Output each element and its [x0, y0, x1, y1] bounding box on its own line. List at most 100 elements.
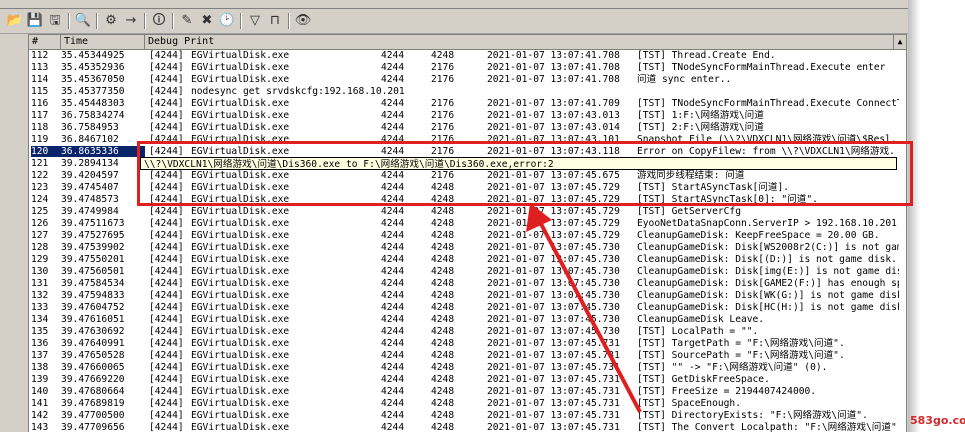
cell-thread-id: 4248	[431, 218, 455, 229]
table-row[interactable]: 119 36.8467102 [4244] EGVirtualDisk.exe 4244…	[29, 134, 906, 145]
cell-process: EGVirtualDisk.exe	[191, 98, 290, 109]
table-row[interactable]: 125 39.4749984 [4244] EGVirtualDisk.exe 4244…	[29, 206, 906, 217]
autoscroll-icon[interactable]: ⊓	[266, 12, 284, 30]
cell-thread-id: 4248	[431, 398, 455, 409]
toolbar-separator	[96, 13, 98, 29]
table-row[interactable]: 112 35.45344925 [4244] EGVirtualDisk.exe 424…	[29, 50, 906, 61]
clear-icon[interactable]: ✖	[198, 12, 216, 30]
table-row[interactable]: 134 39.47616051 [4244] EGVirtualDisk.exe 424…	[29, 314, 906, 325]
cell-process-id: 4244	[381, 350, 405, 361]
table-row[interactable]: 130 39.47560501 [4244] EGVirtualDisk.exe 424…	[29, 266, 906, 277]
cell-process: EGVirtualDisk.exe	[191, 350, 290, 361]
table-row[interactable]: 142 39.47700500 [4244] EGVirtualDisk.exe 424…	[29, 410, 906, 421]
table-row[interactable]: 113 35.45352936 [4244] EGVirtualDisk.exe 424…	[29, 62, 906, 73]
cell-time: 39.47550201	[61, 254, 125, 265]
table-row[interactable]: 138 39.47660065 [4244] EGVirtualDisk.exe 424…	[29, 362, 906, 373]
col-header-num[interactable]: #	[29, 35, 61, 49]
filter-icon[interactable]: ⚙	[102, 12, 120, 30]
highlight-icon[interactable]: ▽	[246, 12, 264, 30]
table-row[interactable]: 133 39.47604752 [4244] EGVirtualDisk.exe 424…	[29, 302, 906, 313]
cell-message: [TST] TNodeSyncFormMainThread.Execute en…	[637, 62, 886, 73]
save-as-icon[interactable]: 🖫	[46, 12, 64, 30]
table-row[interactable]: 124 39.4748573 [4244] EGVirtualDisk.exe 4244…	[29, 194, 906, 205]
edit-icon[interactable]: ✎	[178, 12, 196, 30]
cell-process-id: 4244	[381, 206, 405, 217]
cell-message: [TST] SourcePath = "F:\网络游戏\问道".	[637, 350, 845, 361]
scroll-up-arrow-icon[interactable]: ▲	[893, 35, 906, 49]
cell-process-id: 4244	[381, 398, 405, 409]
table-row[interactable]: 132 39.47594833 [4244] EGVirtualDisk.exe 424…	[29, 290, 906, 301]
cell-time: 39.47594833	[61, 290, 125, 301]
cell-pid: [4244]	[149, 302, 184, 313]
cell-time: 39.47630692	[61, 326, 125, 337]
table-row[interactable]: 128 39.47539902 [4244] EGVirtualDisk.exe 424…	[29, 242, 906, 253]
cell-thread-id: 4248	[431, 422, 455, 432]
table-row[interactable]: 131 39.47584534 [4244] EGVirtualDisk.exe 424…	[29, 278, 906, 289]
table-row[interactable]: 141 39.47689819 [4244] EGVirtualDisk.exe 424…	[29, 398, 906, 409]
cell-process-id: 4244	[381, 410, 405, 421]
cell-num: 141	[31, 398, 49, 409]
col-header-debug-print[interactable]: Debug Print	[145, 35, 894, 49]
table-row[interactable]: 123 39.4745407 [4244] EGVirtualDisk.exe 4244…	[29, 182, 906, 193]
table-row[interactable]: 129 39.47550201 [4244] EGVirtualDisk.exe 424…	[29, 254, 906, 265]
table-row[interactable]: 117 36.75834274 [4244] EGVirtualDisk.exe 424…	[29, 110, 906, 121]
open-icon[interactable]: 📂	[6, 12, 24, 30]
cell-pid: [4244]	[149, 218, 184, 229]
table-row[interactable]: 122 39.4204597 [4244] EGVirtualDisk.exe 4244…	[29, 170, 906, 181]
table-row[interactable]: 143 39.47709656 [4244] EGVirtualDisk.exe 424…	[29, 422, 906, 432]
find-icon[interactable]: 🔍	[74, 12, 92, 30]
table-row[interactable]: 118 36.7584953 [4244] EGVirtualDisk.exe 4244…	[29, 122, 906, 133]
cell-time: 39.4745407	[61, 182, 119, 193]
cell-process: nodesync get srvdskcfg:192.168.10.201	[191, 86, 405, 97]
table-row[interactable]: 136 39.47640991 [4244] EGVirtualDisk.exe 424…	[29, 338, 906, 349]
cell-timestamp: 2021-01-07 13:07:45.731	[487, 374, 620, 385]
cell-num: 132	[31, 290, 49, 301]
cell-pid: [4244]	[149, 374, 184, 385]
cell-process: EGVirtualDisk.exe	[191, 182, 290, 193]
cell-message: Error on CopyFilew: from \\?\VDXCLN1\网络游…	[637, 146, 895, 157]
cell-process-id: 4244	[381, 62, 405, 73]
menu-strip	[0, 0, 908, 9]
cell-process: EGVirtualDisk.exe	[191, 326, 290, 337]
cell-pid: [4244]	[149, 230, 184, 241]
toolbar-separator	[144, 13, 146, 29]
save-icon[interactable]: 💾	[26, 12, 44, 30]
table-row[interactable]: 139 39.47669220 [4244] EGVirtualDisk.exe 424…	[29, 374, 906, 385]
table-row[interactable]: 126 39.47511673 [4244] EGVirtualDisk.exe 424…	[29, 218, 906, 229]
cell-pid: [4244]	[149, 314, 184, 325]
table-row[interactable]: 140 39.47680664 [4244] EGVirtualDisk.exe 424…	[29, 386, 906, 397]
cell-timestamp: 2021-01-07 13:07:45.730	[487, 314, 620, 325]
table-row[interactable]: 114 35.45367050 [4244] EGVirtualDisk.exe 424…	[29, 74, 906, 85]
cell-num: 130	[31, 266, 49, 277]
cell-process: EGVirtualDisk.exe	[191, 134, 290, 145]
cell-pid: [4244]	[149, 170, 184, 181]
cell-num: 126	[31, 218, 49, 229]
cell-process-id: 4244	[381, 266, 405, 277]
col-header-time[interactable]: Time	[61, 35, 145, 49]
cell-process-id: 4244	[381, 146, 405, 157]
table-row[interactable]: 127 39.47527695 [4244] EGVirtualDisk.exe 424…	[29, 230, 906, 241]
cell-thread-id: 4248	[431, 338, 455, 349]
table-row[interactable]: 115 35.45377350 [4244] nodesync get srvdskc…	[29, 86, 906, 97]
log-list[interactable]: # Time Debug Print ▲ 112 35.45344925 [4244…	[28, 34, 907, 432]
cell-process: EGVirtualDisk.exe	[191, 290, 290, 301]
cell-process-id: 4244	[381, 182, 405, 193]
cell-message: [TST] SpaceEnough.	[637, 398, 741, 409]
arrow-right-icon[interactable]: →	[122, 12, 140, 30]
table-row[interactable]: 116 35.45448303 [4244] EGVirtualDisk.exe 424…	[29, 98, 906, 109]
cell-time: 39.47584534	[61, 278, 125, 289]
table-row[interactable]: 137 39.47650528 [4244] EGVirtualDisk.exe 424…	[29, 350, 906, 361]
capture-icon[interactable]: 🛈	[150, 12, 168, 30]
cell-message: EyooNetDataSnapConn.ServerIP > 192.168.1…	[637, 218, 897, 229]
cell-timestamp: 2021-01-07 13:07:45.730	[487, 278, 620, 289]
clock-icon[interactable]: 🕑	[218, 12, 236, 30]
cell-time: 39.47640991	[61, 338, 125, 349]
cell-message: [TST] DirectoryExists: "F:\网络游戏\问道".	[637, 410, 868, 421]
table-row[interactable]: 135 39.47630692 [4244] EGVirtualDisk.exe 424…	[29, 326, 906, 337]
cell-thread-id: 4248	[431, 362, 455, 373]
cell-message: CleanupGameDisk: Disk[(D:)] is not game …	[637, 254, 897, 265]
cell-message: [TST] 2:F:\网络游戏\问道	[637, 122, 764, 133]
table-row[interactable]: 120 36.8635336 [4244] EGVirtualDisk.exe 4244…	[29, 146, 906, 157]
cell-thread-id: 2176	[431, 122, 455, 133]
binoculars-icon[interactable]: 👁	[294, 12, 312, 30]
